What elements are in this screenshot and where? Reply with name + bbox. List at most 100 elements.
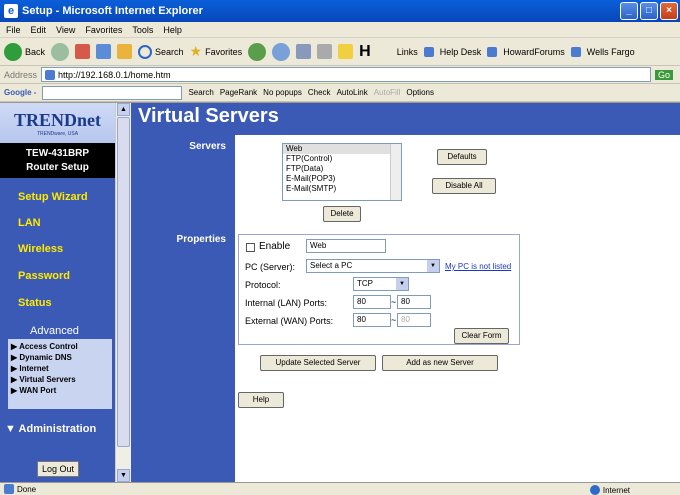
star-icon: ★ <box>189 43 203 59</box>
favorites-button[interactable]: ★ Favorites <box>190 43 243 60</box>
google-logo[interactable]: Google - <box>4 88 36 97</box>
maximize-button[interactable]: □ <box>640 2 658 20</box>
media-icon[interactable] <box>248 42 267 61</box>
scroll-thumb[interactable] <box>117 117 130 447</box>
menu-help[interactable]: Help <box>163 25 182 35</box>
forward-icon[interactable] <box>51 42 70 61</box>
menu-tools[interactable]: Tools <box>132 25 153 35</box>
link-howardforums[interactable]: HowardForums <box>503 47 565 57</box>
autofill-button[interactable]: AutoFill <box>374 88 401 97</box>
scroll-down-icon[interactable]: ▼ <box>117 469 130 482</box>
adv-item-label: WAN Port <box>19 386 57 395</box>
autolink-button[interactable]: AutoLink <box>337 88 368 97</box>
delete-button[interactable]: Delete <box>323 206 361 222</box>
address-input[interactable]: http://192.168.0.1/home.htm <box>41 67 652 82</box>
servers-list[interactable]: Web FTP(Control) FTP(Data) E-Mail(POP3) … <box>282 143 402 201</box>
options-button[interactable]: Options <box>406 88 434 97</box>
add-server-button[interactable]: Add as new Server <box>382 355 498 371</box>
go-button[interactable]: Go <box>655 69 674 80</box>
server-option[interactable]: FTP(Control) <box>283 154 401 164</box>
label-column <box>131 135 235 483</box>
advanced-section: Advanced ▶ Access Control ▶ Dynamic DNS … <box>0 317 115 425</box>
list-scrollbar[interactable] <box>390 144 401 200</box>
external-port-start[interactable]: 80 <box>353 313 391 327</box>
nav-status[interactable]: Status <box>18 297 52 309</box>
nav-password[interactable]: Password <box>18 270 70 282</box>
adv-item-access-control[interactable]: ▶ Access Control <box>11 341 112 352</box>
defaults-button[interactable]: Defaults <box>437 149 487 165</box>
properties-panel: Enable Web PC (Server): Select a PC ▼ My… <box>238 234 520 345</box>
back-button[interactable]: Back <box>4 42 46 61</box>
server-option[interactable]: FTP(Data) <box>283 164 401 174</box>
administration-toggle[interactable]: ▼ Administration <box>5 423 96 435</box>
logout-button[interactable]: Log Out <box>37 461 79 477</box>
adv-item-virtual-servers[interactable]: ▶ Virtual Servers <box>11 374 112 385</box>
disable-all-button[interactable]: Disable All <box>432 178 496 194</box>
status-bar: Done Internet <box>0 482 680 495</box>
internal-ports-label: Internal (LAN) Ports: <box>245 298 328 308</box>
administration-label: Administration <box>18 423 97 435</box>
enable-checkbox[interactable] <box>246 243 255 252</box>
adv-item-dynamic-dns[interactable]: ▶ Dynamic DNS <box>11 352 112 363</box>
protocol-select[interactable]: TCP ▼ <box>353 277 409 291</box>
stop-icon[interactable] <box>75 44 91 59</box>
scroll-up-icon[interactable]: ▲ <box>117 103 130 116</box>
menu-bar: File Edit View Favorites Tools Help <box>0 22 680 38</box>
chevron-down-icon: ▼ <box>396 278 408 290</box>
page-icon <box>45 69 56 80</box>
popup-blocker-button[interactable]: No popups <box>263 88 302 97</box>
server-name-input[interactable]: Web <box>306 239 386 253</box>
model-name: TEW-431BRP <box>25 148 90 159</box>
history-icon[interactable] <box>272 42 291 61</box>
nav-wireless[interactable]: Wireless <box>18 243 63 255</box>
link-help-desk[interactable]: Help Desk <box>440 47 482 57</box>
pc-select[interactable]: Select a PC ▼ <box>306 259 440 273</box>
internal-port-start[interactable]: 80 <box>353 295 391 309</box>
pc-not-listed-link[interactable]: My PC is not listed <box>445 262 511 271</box>
back-label: Back <box>25 46 46 57</box>
refresh-icon[interactable] <box>96 44 112 59</box>
properties-label: Properties <box>176 234 226 245</box>
pagerank-button[interactable]: PageRank <box>220 88 257 97</box>
google-search-button[interactable]: Search <box>188 88 213 97</box>
close-button[interactable]: × <box>660 2 678 20</box>
range-dash: ~ <box>391 297 397 307</box>
h-icon[interactable]: H <box>359 43 371 61</box>
help-button[interactable]: Help <box>238 392 284 408</box>
status-text: Done <box>17 484 37 494</box>
sidebar-scrollbar[interactable]: ▲ ▼ <box>115 103 131 483</box>
pc-select-value: Select a PC <box>310 261 353 270</box>
link-wells-fargo[interactable]: Wells Fargo <box>587 47 635 57</box>
router-setup-label: Router Setup <box>26 162 89 173</box>
search-button[interactable]: Search <box>138 44 184 59</box>
logo-area: TRENDnet TRENDware, USA <box>0 103 115 143</box>
link-icon <box>570 46 581 57</box>
adv-item-internet[interactable]: ▶ Internet <box>11 363 112 374</box>
update-server-button[interactable]: Update Selected Server <box>260 355 376 371</box>
menu-view[interactable]: View <box>56 25 75 35</box>
adv-item-wan-port[interactable]: ▶ WAN Port <box>11 385 112 396</box>
favorites-label: Favorites <box>205 46 243 57</box>
minimize-button[interactable]: _ <box>620 2 638 20</box>
menu-edit[interactable]: Edit <box>31 25 47 35</box>
menu-file[interactable]: File <box>6 25 21 35</box>
internal-port-end[interactable]: 80 <box>397 295 431 309</box>
internet-zone-icon <box>589 485 600 495</box>
menu-favorites[interactable]: Favorites <box>85 25 122 35</box>
external-port-end[interactable]: 80 <box>397 313 431 327</box>
clear-form-button[interactable]: Clear Form <box>454 328 509 344</box>
home-icon[interactable] <box>117 44 133 59</box>
nav-setup-wizard[interactable]: Setup Wizard <box>18 191 88 203</box>
folder-icon[interactable] <box>338 44 354 59</box>
search-label: Search <box>155 46 184 57</box>
print-icon[interactable] <box>317 44 333 59</box>
server-option[interactable]: E-Mail(POP3) <box>283 174 401 184</box>
server-option[interactable]: Web <box>283 144 401 154</box>
nav-lan[interactable]: LAN <box>18 217 41 229</box>
address-bar: Address http://192.168.0.1/home.htm Go <box>0 66 680 84</box>
google-search-input[interactable] <box>42 85 183 100</box>
spellcheck-button[interactable]: Check <box>308 88 331 97</box>
server-option[interactable]: E-Mail(SMTP) <box>283 184 401 194</box>
servers-label: Servers <box>189 141 226 152</box>
mail-icon[interactable] <box>296 44 312 59</box>
